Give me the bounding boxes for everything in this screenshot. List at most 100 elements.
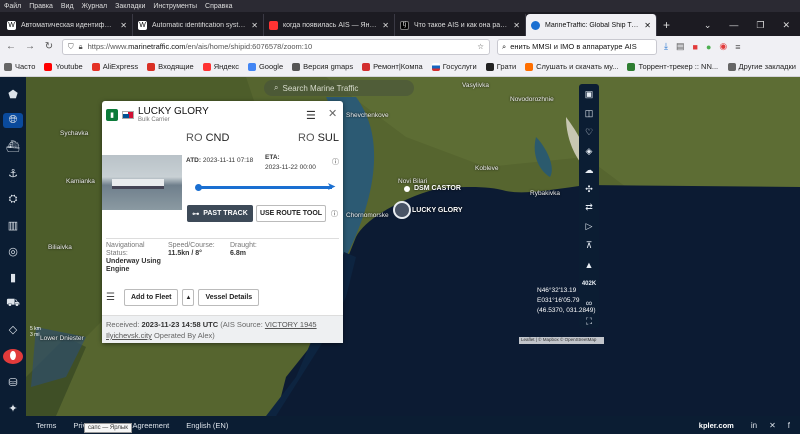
coord-lat: N46°32'13.19 <box>537 287 577 294</box>
browser-tab-active[interactable]: MarineTraffic: Global Ship Track... ✕ <box>526 14 657 36</box>
other-bookmarks[interactable]: Другие закладки <box>727 62 796 71</box>
tab-list-icon[interactable]: ⌄ <box>704 20 712 31</box>
reload-icon[interactable]: ↻ <box>43 41 55 52</box>
chevron-up-icon[interactable]: ▲ <box>182 289 195 306</box>
selected-ship-marker-icon[interactable] <box>393 201 411 219</box>
camera-icon[interactable]: ◫ <box>582 107 596 120</box>
play-icon[interactable]: ▷ <box>582 220 596 233</box>
bookmark-item[interactable]: Youtube <box>44 62 83 71</box>
bookmark-item[interactable]: Грати <box>485 62 516 71</box>
forward-icon[interactable]: → <box>24 41 36 52</box>
building-icon[interactable]: ▥ <box>3 218 23 233</box>
ais-source-link[interactable]: VICTORY 1945 <box>265 320 317 329</box>
extension-icon[interactable]: ● <box>706 42 711 52</box>
extension-icon[interactable]: ◉ <box>719 41 727 52</box>
ship-icon[interactable]: ⛴︎ <box>3 139 23 154</box>
stats-icon[interactable]: ▮ <box>3 270 23 285</box>
new-tab-button[interactable]: + <box>657 18 676 36</box>
heart-icon[interactable]: ♡ <box>582 126 596 139</box>
info-icon[interactable]: ⓘ <box>332 157 339 167</box>
menu-help[interactable]: Справка <box>205 3 232 10</box>
anchor-icon[interactable]: ⚓︎ <box>3 165 23 180</box>
more-menu-icon[interactable]: ☰ <box>106 292 120 303</box>
layers-icon[interactable]: ◈ <box>582 145 596 158</box>
footer-language-select[interactable]: English (EN) <box>186 421 228 430</box>
browser-tab[interactable]: tj Что такое AIS и как она рабо... ✕ <box>395 14 526 36</box>
menu-history[interactable]: Журнал <box>82 3 108 10</box>
info-icon[interactable]: ⓘ <box>331 209 338 219</box>
database-icon[interactable]: ⛁ <box>3 375 23 390</box>
marinetraffic-logo-icon[interactable]: ⬟ <box>3 87 23 102</box>
bookmark-item[interactable]: AliExpress <box>91 62 138 71</box>
menu-bookmarks[interactable]: Закладки <box>115 3 145 10</box>
ship-label-dsm-castor[interactable]: DSM CASTOR <box>414 185 461 192</box>
bookmark-item[interactable]: Яндекс <box>202 62 239 71</box>
twitter-icon[interactable]: ✕ <box>769 421 776 430</box>
bookmark-item[interactable]: Версия gmaps <box>292 62 353 71</box>
tag-icon[interactable]: ⬮ <box>3 348 23 364</box>
signal-icon[interactable]: ◎ <box>3 244 23 259</box>
measure-icon[interactable]: ⊼ <box>582 239 596 252</box>
ports-icon[interactable]: ⛭ <box>3 192 23 207</box>
vessel-details-button[interactable]: Vessel Details <box>198 289 260 306</box>
ship-label-lucky-glory[interactable]: LUCKY GLORY <box>412 207 463 214</box>
close-tab-icon[interactable]: ✕ <box>120 21 127 30</box>
footer-terms-link[interactable]: Terms <box>36 421 56 430</box>
search-input[interactable]: ⌕ енить MMSI и IMO в аппаратуре AIS <box>497 38 657 55</box>
linkedin-icon[interactable]: in <box>751 421 757 430</box>
layers-icon[interactable]: ◇ <box>3 322 23 337</box>
back-icon[interactable]: ← <box>5 41 17 52</box>
ship-marker-icon[interactable] <box>404 186 410 192</box>
close-tab-icon[interactable]: ✕ <box>513 21 520 30</box>
address-bar[interactable]: ⛉ 🔒︎ https://www.marinetraffic.com/en/ai… <box>62 38 490 55</box>
hamburger-menu-icon[interactable]: ≡ <box>735 42 740 52</box>
ais-source-city-link[interactable]: Ilyichevsk.city <box>106 331 152 340</box>
globe-map-icon[interactable]: 🌐︎ <box>3 113 23 129</box>
close-tab-icon[interactable]: ✕ <box>251 21 258 30</box>
menu-edit[interactable]: Правка <box>29 3 53 10</box>
departure-port[interactable]: RO CND <box>186 132 229 148</box>
bookmark-item[interactable]: Входящие <box>147 62 194 71</box>
fullscreen-icon[interactable]: ⛶ <box>582 315 596 328</box>
close-icon[interactable]: ✕ <box>328 107 337 120</box>
maximize-icon[interactable]: ❐ <box>756 20 764 31</box>
arrival-port[interactable]: RO SUL <box>298 132 339 148</box>
close-window-icon[interactable]: ✕ <box>782 20 790 31</box>
close-tab-icon[interactable]: ✕ <box>644 21 651 30</box>
kpler-brand-link[interactable]: kpler.com <box>699 421 734 430</box>
map-attribution[interactable]: Leaflet | © Mapbox © OpenStreetMap <box>519 337 604 344</box>
sparkle-icon[interactable]: ✦ <box>3 401 23 416</box>
menu-tools[interactable]: Инструменты <box>153 3 197 10</box>
route-icon[interactable]: ⇄ <box>582 202 596 215</box>
star-icon[interactable]: ☆ <box>477 42 484 51</box>
bookmark-item[interactable]: Слушать и скачать му... <box>525 62 618 71</box>
bookmark-item[interactable]: Google <box>247 62 283 71</box>
tools-icon[interactable]: ✣ <box>582 183 596 196</box>
fleet-icon[interactable]: ⛟ <box>3 296 23 311</box>
extension-icon[interactable]: ■ <box>693 42 698 52</box>
library-icon[interactable]: ▤ <box>676 41 685 52</box>
weather-icon[interactable]: ☁︎ <box>582 164 596 177</box>
north-arrow-icon[interactable]: ▲ <box>582 258 596 271</box>
use-route-tool-button[interactable]: USE ROUTE TOOL <box>256 205 326 222</box>
news-icon[interactable]: ▣ <box>582 88 596 101</box>
minimize-icon[interactable]: — <box>729 20 738 31</box>
bookmark-item[interactable]: Часто <box>4 62 35 71</box>
map-search-input[interactable]: ⌕ Search Marine Traffic <box>264 80 414 96</box>
add-to-fleet-button[interactable]: Add to Fleet <box>124 289 179 306</box>
bookmark-item[interactable]: Ремонт|Компа <box>362 62 423 71</box>
facebook-icon[interactable]: f <box>788 421 790 430</box>
folder-icon <box>727 62 736 71</box>
close-tab-icon[interactable]: ✕ <box>382 21 389 30</box>
download-icon[interactable]: ⤓ <box>664 41 668 52</box>
browser-tab[interactable]: когда появилась AIS — Янде... ✕ <box>264 14 395 36</box>
popup-menu-icon[interactable]: ☰ <box>306 109 316 122</box>
browser-tab[interactable]: W Automatic identification syste... ✕ <box>133 14 264 36</box>
browser-tab[interactable]: W Автоматическая идентифика... ✕ <box>2 14 133 36</box>
bookmark-item[interactable]: Госуслуги <box>431 62 477 71</box>
vessel-photo[interactable] <box>102 155 182 210</box>
menu-file[interactable]: Файл <box>4 3 21 10</box>
bookmark-item[interactable]: Торрент-трекер :: NN... <box>627 62 718 71</box>
past-track-button[interactable]: ⊶ PAST TRACK <box>187 205 253 222</box>
menu-view[interactable]: Вид <box>61 3 74 10</box>
